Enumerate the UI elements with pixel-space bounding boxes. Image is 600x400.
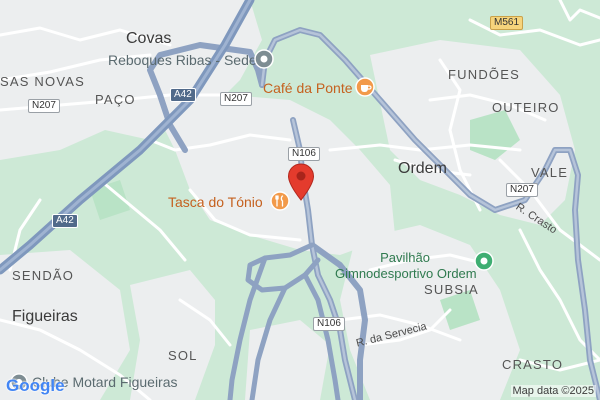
- route-shield-a42-south: A42: [52, 214, 78, 228]
- map-view[interactable]: N207 N207 N207 N106 N106 A42 A42 M561 R.…: [0, 0, 600, 400]
- sports-pin-icon[interactable]: [474, 251, 494, 276]
- poi-label-tasca-do-tonio[interactable]: Tasca do Tónio: [168, 194, 263, 210]
- place-label-figueiras: Figueiras: [12, 308, 78, 325]
- place-label-covas: Covas: [126, 30, 172, 47]
- google-logo: Google: [6, 376, 65, 396]
- google-logo-text: Google: [6, 376, 65, 395]
- route-shield-n106-north: N106: [288, 147, 320, 161]
- place-label-ordem: Ordem: [398, 160, 447, 177]
- map-attribution[interactable]: Map data ©2025: [510, 385, 596, 397]
- route-shield-m561: M561: [490, 16, 524, 30]
- gray-pin-icon[interactable]: [254, 49, 274, 74]
- route-shield-n207-west: N207: [28, 99, 60, 113]
- place-label-subsia: SUBSIA: [424, 282, 479, 297]
- place-label-crasto: CRASTO: [502, 357, 564, 372]
- route-shield-a42-north: A42: [170, 88, 196, 102]
- coffee-icon[interactable]: [355, 77, 375, 102]
- route-shield-n207-east: N207: [506, 183, 538, 197]
- place-label-vale: VALE: [531, 165, 569, 180]
- place-label-fundoes: FUNDÕES: [448, 67, 520, 82]
- route-shield-n207-center: N207: [220, 92, 252, 106]
- place-label-sol: SOL: [168, 348, 198, 363]
- red-location-marker-icon[interactable]: [287, 163, 315, 206]
- poi-label-pavilhao[interactable]: Pavilhão Gimnodesportivo Ordem: [335, 250, 477, 282]
- place-label-sendao: SENDÃO: [12, 268, 75, 283]
- place-label-outeiro: OUTEIRO: [492, 100, 560, 115]
- route-shield-n106-south: N106: [313, 317, 345, 331]
- place-label-casas-novas: SAS NOVAS: [0, 74, 85, 89]
- poi-label-pavilhao-line1: Pavilhão: [380, 250, 430, 265]
- place-label-paco: PAÇO: [95, 92, 136, 107]
- poi-label-reboques-ribas[interactable]: Reboques Ribas - Sede: [108, 52, 257, 68]
- poi-label-cafe-da-ponte[interactable]: Café da Ponte: [263, 80, 353, 96]
- poi-label-pavilhao-line2: Gimnodesportivo Ordem: [335, 266, 477, 281]
